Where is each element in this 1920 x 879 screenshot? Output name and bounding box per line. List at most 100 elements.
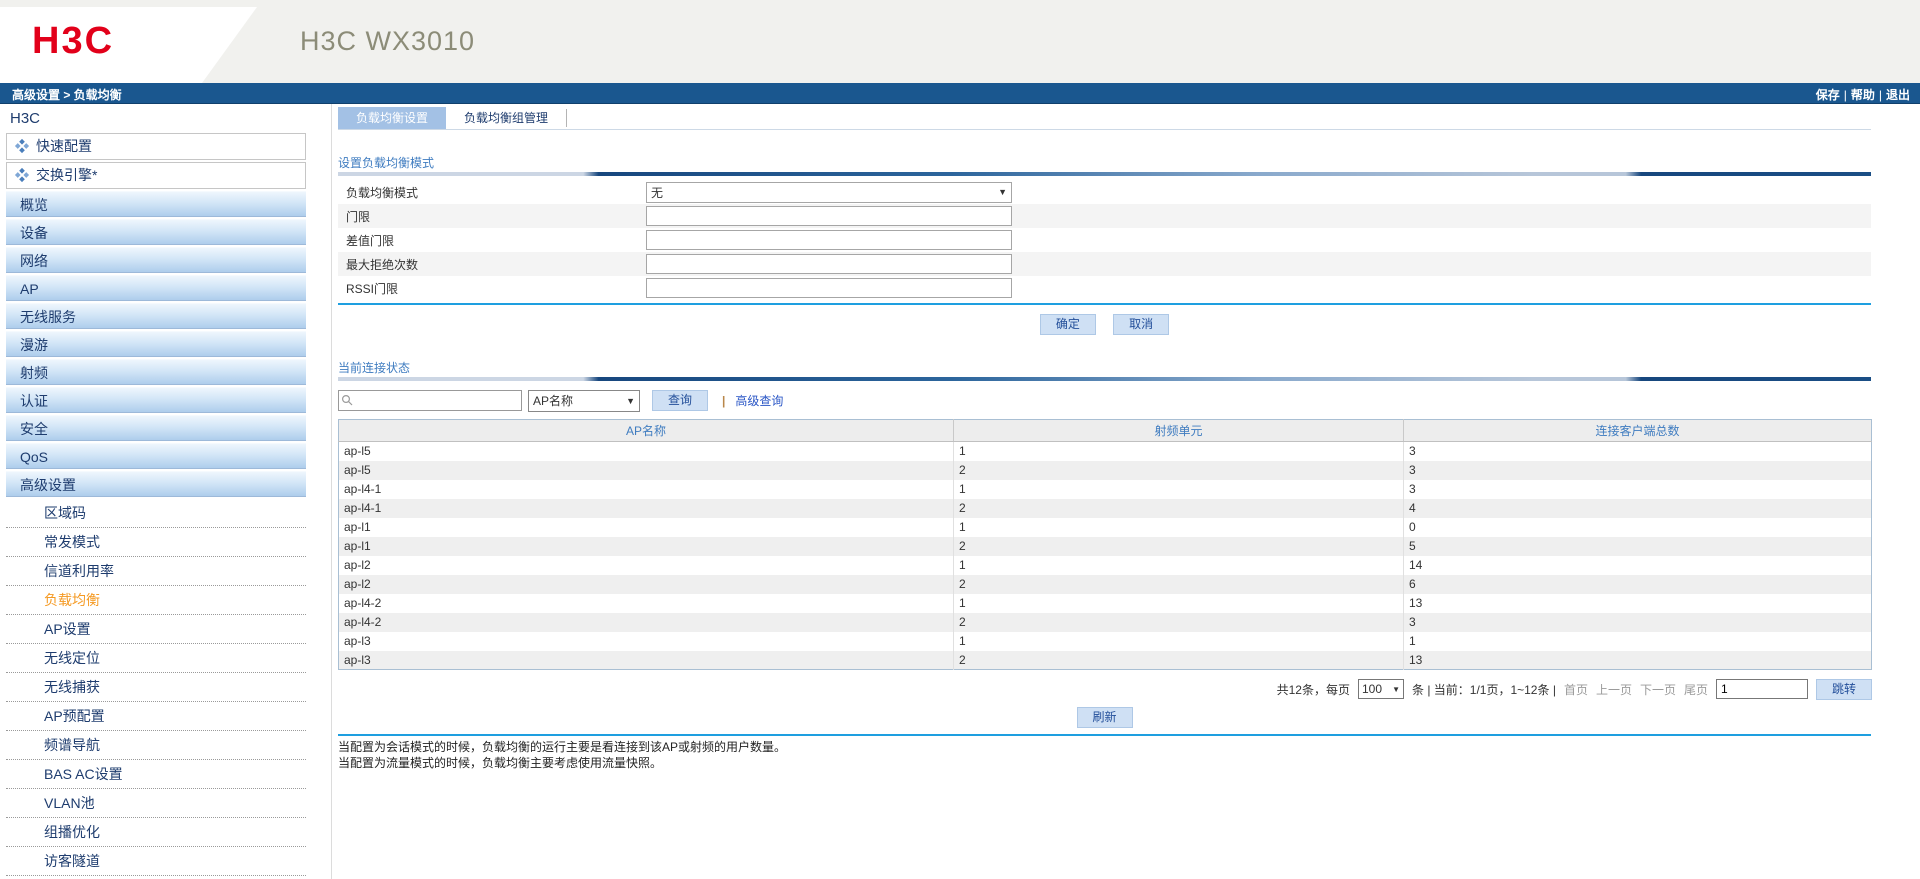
ok-button[interactable]: 确定 (1039, 314, 1096, 335)
sidebar-item-auth[interactable]: 认证 (6, 387, 306, 413)
sidebar-item-wlan-service[interactable]: 无线服务 (6, 303, 306, 329)
cell-client-total: 3 (1403, 441, 1872, 461)
cell-ap-name: ap-l4-1 (338, 498, 954, 518)
advanced-query-link[interactable]: 高级查询 (735, 392, 783, 409)
goto-page-input[interactable] (1716, 679, 1808, 699)
connection-status-table: AP名称 射频单元 连接客户端总数 ap-l5 1 3 ap-l5 2 3 ap-l4-… (338, 419, 1872, 670)
mode-section-title: 设置负载均衡模式 (338, 156, 435, 170)
cell-radio-unit: 1 (953, 441, 1404, 461)
sidebar-subitem-multicast-opt[interactable]: 组播优化 (6, 818, 306, 847)
sidebar-subitem-guest-tunnel[interactable]: 访客隧道 (6, 847, 306, 876)
rssi-threshold-input[interactable] (646, 278, 1012, 298)
sidebar-item-ap[interactable]: AP (6, 275, 306, 301)
cell-ap-name: ap-l1 (338, 536, 954, 556)
cell-client-total: 4 (1403, 498, 1872, 518)
col-header-client-total: 连接客户端总数 (1403, 419, 1872, 442)
sidebar-subitem-continuous-mode[interactable]: 常发模式 (6, 528, 306, 557)
footer-notes: 当配置为会话模式的时候，负载均衡的运行主要是看连接到该AP或射频的用户数量。 当… (338, 739, 1871, 771)
last-page-link[interactable]: 尾页 (1684, 681, 1708, 698)
sidebar-root-label: H3C (10, 110, 41, 127)
cell-ap-name: ap-l3 (338, 650, 954, 670)
table-row: ap-l2 2 6 (338, 574, 1872, 594)
cell-ap-name: ap-l2 (338, 574, 954, 594)
sidebar-item-security[interactable]: 安全 (6, 415, 306, 441)
max-deny-count-input[interactable] (646, 254, 1012, 274)
table-row: ap-l4-2 1 13 (338, 593, 1872, 613)
sidebar-item-radio[interactable]: 射频 (6, 359, 306, 385)
cell-radio-unit: 1 (953, 593, 1404, 613)
cell-ap-name: ap-l5 (338, 441, 954, 461)
sidebar-subitem-load-balance[interactable]: 负载均衡 (6, 586, 306, 615)
main-content: 负载均衡设置 负载均衡组管理 设置负载均衡模式 负载均衡模式 无 ▼ 门限 差值… (331, 104, 1872, 879)
field-label: 门限 (346, 209, 371, 224)
sidebar-subitem-ap-provision[interactable]: AP预配置 (6, 702, 306, 731)
sidebar-subitem-wlan-capture[interactable]: 无线捕获 (6, 673, 306, 702)
sidebar-item-switch-engine[interactable]: 交换引擎* (6, 162, 306, 189)
query-button[interactable]: 查询 (652, 390, 708, 411)
sidebar-item-qos[interactable]: QoS (6, 443, 306, 469)
table-row: ap-l5 2 3 (338, 460, 1872, 480)
sidebar-subitem-wlan-location[interactable]: 无线定位 (6, 644, 306, 673)
sidebar-subitem-region-code[interactable]: 区域码 (6, 499, 306, 528)
note-line: 当配置为流量模式的时候，负载均衡主要考虑使用流量快照。 (338, 756, 663, 770)
sidebar-item-network[interactable]: 网络 (6, 247, 306, 273)
h3c-logo: H3C (32, 20, 115, 62)
form-row: RSSI门限 (338, 276, 1871, 300)
sidebar-item-device[interactable]: 设备 (6, 219, 306, 245)
cell-ap-name: ap-l4-2 (338, 612, 954, 632)
cell-ap-name: ap-l5 (338, 460, 954, 480)
tab-load-balance-settings[interactable]: 负载均衡设置 (338, 107, 447, 129)
cell-ap-name: ap-l4-1 (338, 479, 954, 499)
cell-client-total: 13 (1403, 593, 1872, 613)
sidebar-item-overview[interactable]: 概览 (6, 191, 306, 217)
search-input[interactable] (338, 390, 522, 411)
jump-button[interactable]: 跳转 (1816, 678, 1872, 700)
chevron-down-icon: ▼ (998, 187, 1007, 197)
sidebar-item-advanced[interactable]: 高级设置 (6, 471, 306, 497)
logout-link[interactable]: 退出 (1886, 88, 1910, 102)
sidebar: H3C 快速配置 交换引擎* 概览 设备 网络 AP 无线服务 漫游 射频 认证… (6, 108, 306, 876)
refresh-button[interactable]: 刷新 (1076, 707, 1133, 728)
page-size-select[interactable]: 100 ▼ (1357, 679, 1404, 699)
chevron-down-icon: ▼ (626, 395, 635, 406)
cell-ap-name: ap-l1 (338, 517, 954, 537)
refresh-row: 刷新 (338, 707, 1871, 728)
search-field-select[interactable]: AP名称 ▼ (528, 389, 640, 412)
field-label: 负载均衡模式 (346, 185, 419, 200)
sidebar-item-roaming[interactable]: 漫游 (6, 331, 306, 357)
cancel-button[interactable]: 取消 (1113, 314, 1170, 335)
pagination-total-suffix: 条 | 当前：1/1页，1~12条 | (1411, 682, 1556, 697)
threshold-input[interactable] (646, 206, 1012, 226)
app-header: H3C H3C WX3010 (0, 0, 1920, 83)
save-link[interactable]: 保存 (1816, 88, 1840, 102)
form-row: 负载均衡模式 无 ▼ (338, 180, 1871, 204)
table-row: ap-l3 2 13 (338, 650, 1872, 670)
tab-bar: 负载均衡设置 负载均衡组管理 (338, 107, 1871, 130)
next-page-link[interactable]: 下一页 (1640, 681, 1676, 698)
diamond-icon (14, 138, 30, 154)
col-header-radio-unit: 射频单元 (953, 419, 1404, 442)
cell-client-total: 5 (1403, 536, 1872, 556)
cell-client-total: 3 (1403, 460, 1872, 480)
first-page-link[interactable]: 首页 (1564, 681, 1588, 698)
sidebar-subitem-band-navigation[interactable]: 频谱导航 (6, 731, 306, 760)
sidebar-subitem-channel-usage[interactable]: 信道利用率 (6, 557, 306, 586)
gap-threshold-input[interactable] (646, 230, 1012, 250)
sidebar-item-quick-config[interactable]: 快速配置 (6, 133, 306, 160)
sidebar-subitem-vlan-pool[interactable]: VLAN池 (6, 789, 306, 818)
top-bar: 高级设置 > 负载均衡 保存 | 帮助 | 退出 (0, 83, 1920, 104)
sidebar-subitem-bas-ac[interactable]: BAS AC设置 (6, 760, 306, 789)
help-link[interactable]: 帮助 (1851, 88, 1875, 102)
tab-load-balance-groups[interactable]: 负载均衡组管理 (446, 107, 566, 129)
cell-client-total: 1 (1403, 631, 1872, 651)
table-row: ap-l5 1 3 (338, 441, 1872, 461)
product-title: H3C WX3010 (300, 26, 476, 56)
divider-line (338, 734, 1871, 736)
section-underline (338, 172, 1871, 176)
load-balance-mode-select[interactable]: 无 ▼ (646, 181, 1012, 203)
cell-radio-unit: 2 (953, 460, 1404, 480)
prev-page-link[interactable]: 上一页 (1596, 681, 1632, 698)
cell-client-total: 13 (1403, 650, 1872, 670)
sidebar-subitem-ap-setup[interactable]: AP设置 (6, 615, 306, 644)
form-row: 门限 (338, 204, 1871, 228)
